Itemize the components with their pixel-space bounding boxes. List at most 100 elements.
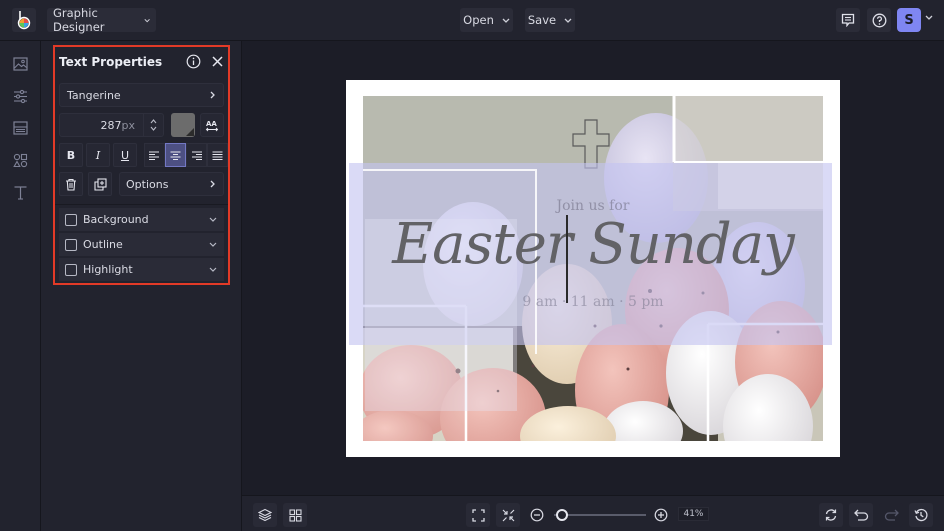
align-right-icon xyxy=(192,151,202,160)
align-right-button[interactable] xyxy=(186,143,207,167)
zoom-out-icon[interactable] xyxy=(530,508,544,522)
outline-section[interactable]: Outline xyxy=(59,233,224,256)
align-center-icon xyxy=(170,151,181,160)
options-label: Options xyxy=(126,177,169,191)
expand-icon xyxy=(471,508,485,522)
text-format-row: B I U xyxy=(59,143,228,167)
underline-label: U xyxy=(120,148,130,162)
rail-item-customize[interactable] xyxy=(11,87,29,105)
zoom-percentage[interactable]: 41% xyxy=(678,507,709,521)
outline-checkbox[interactable] xyxy=(65,238,77,251)
zoom-in-icon[interactable] xyxy=(654,508,668,522)
bottom-toolbar xyxy=(242,495,944,531)
trash-icon xyxy=(66,178,76,191)
alignment-group xyxy=(144,143,228,167)
save-button[interactable]: Save xyxy=(525,8,575,32)
text-cursor xyxy=(566,215,568,303)
user-avatar[interactable]: S xyxy=(897,8,921,32)
chevron-right-icon xyxy=(210,180,215,188)
save-label: Save xyxy=(527,13,557,27)
layers-button[interactable] xyxy=(253,503,277,527)
text-properties-panel: Text Properties Tangerine 287px AA B I U xyxy=(53,45,230,285)
project-type-dropdown[interactable]: Graphic Designer xyxy=(47,6,156,34)
font-size-value: 287 xyxy=(100,119,122,132)
underline-button[interactable]: U xyxy=(113,143,137,167)
rail-item-image-manager[interactable] xyxy=(11,55,29,73)
background-checkbox[interactable] xyxy=(65,213,77,226)
befunky-logo-icon xyxy=(17,11,31,30)
italic-button[interactable]: I xyxy=(86,143,110,167)
sliders-icon xyxy=(13,89,27,103)
rail-item-layouts[interactable] xyxy=(11,119,29,137)
replace-button[interactable] xyxy=(819,503,843,527)
italic-label: I xyxy=(95,148,101,162)
duplicate-icon xyxy=(93,177,107,191)
headline-text[interactable]: Easter Sunday xyxy=(346,212,840,277)
background-section[interactable]: Background xyxy=(59,208,224,231)
grid-icon xyxy=(288,508,302,522)
chevron-down-icon xyxy=(209,217,217,222)
rail-item-text[interactable] xyxy=(11,184,29,202)
undo-icon xyxy=(853,509,868,521)
layout-icon xyxy=(12,121,28,135)
highlight-label: Highlight xyxy=(83,263,133,276)
align-center-button[interactable] xyxy=(165,143,186,167)
zoom-slider[interactable] xyxy=(554,509,646,521)
bold-button[interactable]: B xyxy=(59,143,83,167)
highlight-section[interactable]: Highlight xyxy=(59,258,224,281)
font-size-stepper[interactable] xyxy=(143,114,163,136)
chevron-down-icon xyxy=(209,267,217,272)
chevron-up-icon[interactable] xyxy=(150,119,157,124)
grid-button[interactable] xyxy=(283,503,307,527)
font-size-display: 287px xyxy=(101,119,136,132)
text-color-swatch[interactable] xyxy=(171,113,195,137)
delete-button[interactable] xyxy=(59,172,83,196)
layers-icon xyxy=(258,508,272,522)
duplicate-button[interactable] xyxy=(88,172,112,196)
letter-spacing-icon: AA xyxy=(205,120,219,131)
times-text[interactable]: 9 am · 11 am · 5 pm xyxy=(346,294,840,310)
redo-button[interactable] xyxy=(879,503,903,527)
svg-text:AA: AA xyxy=(206,120,217,128)
align-left-button[interactable] xyxy=(144,143,165,167)
left-toolbar xyxy=(0,41,41,531)
chevron-down-icon[interactable] xyxy=(150,126,157,131)
open-button[interactable]: Open xyxy=(460,8,513,32)
undo-button[interactable] xyxy=(849,503,873,527)
rail-item-graphics[interactable] xyxy=(11,151,29,169)
info-icon[interactable] xyxy=(186,54,201,69)
chevron-down-icon xyxy=(209,242,217,247)
comments-button[interactable] xyxy=(836,8,860,32)
font-family-select[interactable]: Tangerine xyxy=(59,83,224,107)
comment-icon xyxy=(841,13,855,27)
panel-divider xyxy=(55,204,228,205)
design-canvas[interactable]: Join us for Easter Sunday 9 am · 11 am ·… xyxy=(346,80,840,457)
align-left-icon xyxy=(149,151,159,160)
actual-size-button[interactable] xyxy=(496,503,520,527)
font-family-value: Tangerine xyxy=(67,88,121,102)
help-button[interactable] xyxy=(867,8,891,32)
chevron-down-icon xyxy=(144,18,150,22)
outline-label: Outline xyxy=(83,238,123,251)
avatar-initial: S xyxy=(904,12,914,28)
app-logo-button[interactable] xyxy=(12,8,36,32)
font-size-input[interactable]: 287px xyxy=(59,113,164,137)
align-justify-button[interactable] xyxy=(207,143,228,167)
close-icon[interactable] xyxy=(211,55,224,68)
refresh-icon xyxy=(825,509,837,521)
account-menu-chevron-icon[interactable] xyxy=(925,15,933,20)
highlight-checkbox[interactable] xyxy=(65,263,77,276)
open-label: Open xyxy=(463,13,494,27)
zoom-slider-handle[interactable] xyxy=(556,509,568,521)
collapse-icon xyxy=(502,509,514,521)
align-justify-icon xyxy=(212,151,223,160)
fit-to-screen-button[interactable] xyxy=(466,503,490,527)
panel-title: Text Properties xyxy=(59,55,163,69)
chevron-down-icon xyxy=(564,18,572,23)
history-icon xyxy=(914,508,928,522)
history-button[interactable] xyxy=(909,503,933,527)
letter-spacing-button[interactable]: AA xyxy=(200,113,224,137)
options-button[interactable]: Options xyxy=(119,172,224,196)
image-icon xyxy=(12,57,28,71)
chevron-right-icon xyxy=(210,91,215,99)
